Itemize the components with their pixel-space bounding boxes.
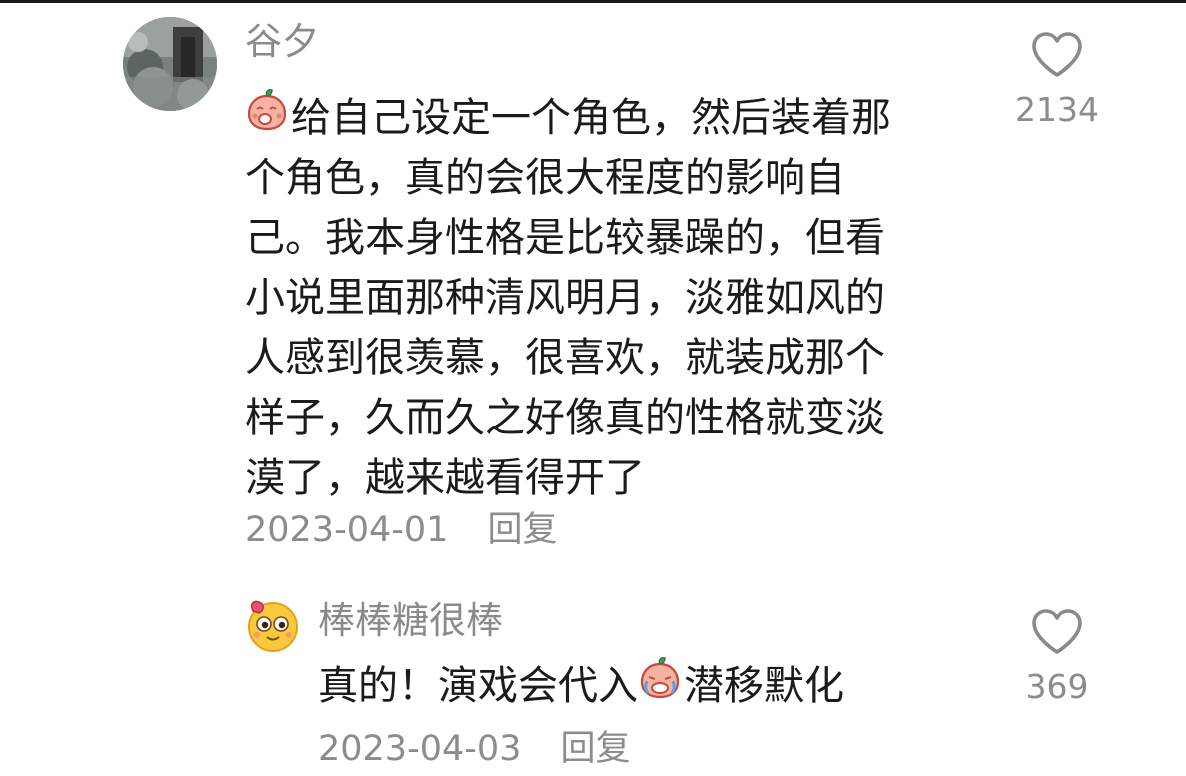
reply-username[interactable]: 棒棒糖很棒: [318, 595, 503, 647]
peach-face-emoji-icon: [245, 87, 289, 148]
comment-text-segment: 给自己设定一个角色，然后装着那: [291, 95, 891, 141]
reply-text-after: 潜移默化: [684, 663, 844, 709]
avatar[interactable]: [123, 17, 217, 111]
comment-text-line: 个角色，真的会很大程度的影响自: [245, 155, 845, 201]
heart-outline-icon: [1032, 32, 1082, 77]
top-border: [0, 0, 1186, 3]
comment-text-line: 给自己设定一个角色，然后装着那: [245, 88, 985, 148]
comment-date: 2023-04-01: [245, 510, 449, 550]
heart-outline-icon: [1032, 609, 1082, 654]
like-count: 2134: [1015, 90, 1099, 129]
comment-text-line: 小说里面那种清风明月，淡雅如风的: [245, 275, 885, 321]
comment-text-line: 样子，久而久之好像真的性格就变淡: [245, 395, 885, 441]
comment-text-line: 人感到很羡慕，很喜欢，就装成那个: [245, 335, 885, 381]
reply-text-before: 真的！演戏会代入: [318, 663, 638, 709]
like-button[interactable]: 2134: [1002, 30, 1112, 132]
reply-like-button[interactable]: 369: [1002, 607, 1112, 709]
reply-meta: 2023-04-03 回复: [318, 723, 631, 775]
crying-peach-emoji-icon: [638, 655, 682, 716]
reply-reply-button[interactable]: 回复: [561, 729, 631, 769]
reply-date: 2023-04-03: [318, 729, 522, 769]
comment-meta: 2023-04-01 回复: [245, 504, 558, 556]
comment-username[interactable]: 谷夕: [245, 14, 319, 70]
reply-button[interactable]: 回复: [488, 510, 558, 550]
reply-avatar[interactable]: [245, 597, 301, 653]
comment-text-line: 己。我本身性格是比较暴躁的，但看: [245, 215, 885, 261]
comment-text-line: 漠了，越来越看得开了: [245, 455, 645, 501]
reply-text: 真的！演戏会代入 潜移默化: [318, 656, 844, 716]
reply-like-count: 369: [1025, 667, 1089, 706]
comment-text: 给自己设定一个角色，然后装着那 个角色，真的会很大程度的影响自 己。我本身性格是…: [245, 88, 985, 508]
